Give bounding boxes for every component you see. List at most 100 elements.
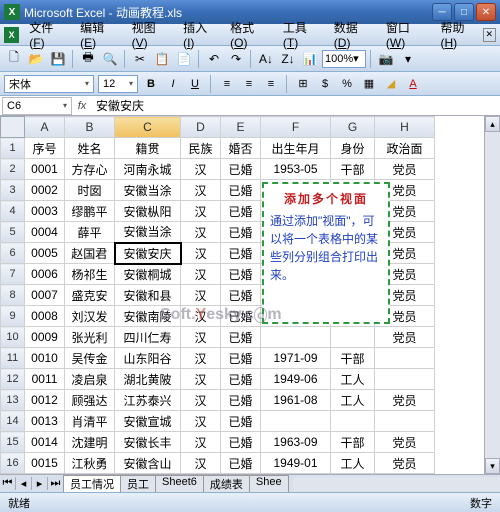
font-size-combo[interactable]: 12▾: [98, 75, 138, 93]
cell[interactable]: [331, 411, 375, 432]
italic-button[interactable]: I: [164, 75, 182, 93]
menu-item[interactable]: 格式(O): [226, 17, 273, 52]
cell[interactable]: [375, 348, 435, 369]
vertical-scrollbar[interactable]: ▴ ▾: [484, 116, 500, 474]
header-cell[interactable]: 政治面: [375, 138, 435, 159]
cell[interactable]: 汉: [181, 390, 221, 411]
cell[interactable]: 汉: [181, 432, 221, 453]
row-header[interactable]: 5: [1, 222, 25, 243]
col-header[interactable]: G: [331, 117, 375, 138]
cell[interactable]: 已婚: [221, 348, 261, 369]
sheet-tab[interactable]: 员工: [120, 475, 156, 492]
cell[interactable]: 工人: [331, 453, 375, 474]
paste-button[interactable]: 📄: [174, 49, 194, 69]
cell[interactable]: 汉: [181, 453, 221, 474]
row-header[interactable]: 8: [1, 285, 25, 306]
fx-button[interactable]: fx: [72, 100, 92, 112]
row-header[interactable]: 11: [1, 348, 25, 369]
align-center-button[interactable]: ≡: [240, 75, 258, 93]
col-header[interactable]: C: [115, 117, 181, 138]
cell[interactable]: 0015: [25, 453, 65, 474]
cell[interactable]: 四川仁寿: [115, 327, 181, 348]
align-left-button[interactable]: ≡: [218, 75, 236, 93]
row-header[interactable]: 12: [1, 369, 25, 390]
cell[interactable]: 汉: [181, 201, 221, 222]
camera-button[interactable]: 📷: [376, 49, 396, 69]
cell[interactable]: 时囡: [65, 180, 115, 201]
cell[interactable]: 已婚: [221, 222, 261, 243]
cell[interactable]: 0001: [25, 159, 65, 180]
cell[interactable]: 党员: [375, 390, 435, 411]
save-button[interactable]: 💾: [48, 49, 68, 69]
underline-button[interactable]: U: [186, 75, 204, 93]
cell[interactable]: 0002: [25, 180, 65, 201]
new-button[interactable]: 🗋: [4, 49, 24, 69]
cell[interactable]: 汉: [181, 180, 221, 201]
row-header[interactable]: 16: [1, 453, 25, 474]
scroll-down-button[interactable]: ▾: [485, 458, 500, 474]
cell[interactable]: 已婚: [221, 180, 261, 201]
cell[interactable]: 党员: [375, 327, 435, 348]
bold-button[interactable]: B: [142, 75, 160, 93]
copy-button[interactable]: 📋: [152, 49, 172, 69]
menu-item[interactable]: 视图(V): [128, 17, 173, 52]
chart-button[interactable]: 📊: [300, 49, 320, 69]
cell[interactable]: [261, 411, 331, 432]
cell[interactable]: 刘汉发: [65, 306, 115, 327]
cell[interactable]: 0006: [25, 264, 65, 285]
cell[interactable]: 党员: [375, 453, 435, 474]
cell[interactable]: 肖清平: [65, 411, 115, 432]
cell[interactable]: 安徽当涂: [115, 222, 181, 243]
cell[interactable]: 汉: [181, 474, 221, 475]
cell[interactable]: [261, 327, 331, 348]
cell[interactable]: 安徽滁州: [115, 474, 181, 475]
cell[interactable]: 安徽和县: [115, 285, 181, 306]
cell[interactable]: 1953-05: [261, 159, 331, 180]
callout-box[interactable]: 添加多个视面 通过添加"视面"，可以将一个表格中的某些列分别组合打印出来。: [262, 182, 390, 324]
cell[interactable]: 汉: [181, 348, 221, 369]
row-header[interactable]: 17: [1, 474, 25, 475]
col-header[interactable]: B: [65, 117, 115, 138]
cell[interactable]: 党员: [375, 159, 435, 180]
cell[interactable]: [375, 411, 435, 432]
cell[interactable]: 干部: [331, 348, 375, 369]
cell[interactable]: 已婚: [221, 285, 261, 306]
cell[interactable]: 汉: [181, 222, 221, 243]
cell[interactable]: 已婚: [221, 432, 261, 453]
borders-button[interactable]: ▦: [360, 75, 378, 93]
cell[interactable]: 安徽枞阳: [115, 201, 181, 222]
cell[interactable]: 已婚: [221, 474, 261, 475]
tab-prev-button[interactable]: ◂: [16, 477, 32, 490]
header-cell[interactable]: 籍贯: [115, 138, 181, 159]
cell[interactable]: 汉: [181, 411, 221, 432]
name-box[interactable]: C6▾: [2, 97, 72, 115]
sheet-tab[interactable]: Sheet6: [155, 475, 204, 492]
menu-item[interactable]: 文件(F): [25, 17, 70, 52]
cell[interactable]: 党员: [375, 432, 435, 453]
cell[interactable]: 顾强达: [65, 390, 115, 411]
cell[interactable]: [331, 327, 375, 348]
cell[interactable]: 已婚: [221, 306, 261, 327]
mdi-close-button[interactable]: ✕: [483, 28, 496, 42]
col-header[interactable]: A: [25, 117, 65, 138]
cell[interactable]: 已婚: [221, 243, 261, 264]
menu-item[interactable]: 帮助(H): [436, 17, 482, 52]
cell[interactable]: [375, 369, 435, 390]
cell[interactable]: 江苏泰兴: [115, 390, 181, 411]
align-right-button[interactable]: ≡: [262, 75, 280, 93]
redo-button[interactable]: ↷: [226, 49, 246, 69]
col-header[interactable]: D: [181, 117, 221, 138]
cell[interactable]: 已婚: [221, 411, 261, 432]
row-header[interactable]: 10: [1, 327, 25, 348]
col-header[interactable]: H: [375, 117, 435, 138]
cell[interactable]: 吴传金: [65, 348, 115, 369]
cell[interactable]: 张光利: [65, 327, 115, 348]
worksheet-grid[interactable]: ABCDEFGH1序号姓名籍贯民族婚否出生年月身份政治面20001方存心河南永城…: [0, 116, 500, 474]
cell[interactable]: 湖北黄陂: [115, 369, 181, 390]
sheet-tab[interactable]: 员工情况: [63, 475, 121, 492]
options-button[interactable]: ▾: [398, 49, 418, 69]
menu-item[interactable]: 插入(I): [179, 17, 220, 52]
row-header[interactable]: 6: [1, 243, 25, 264]
cell[interactable]: 安徽长丰: [115, 432, 181, 453]
header-cell[interactable]: 姓名: [65, 138, 115, 159]
